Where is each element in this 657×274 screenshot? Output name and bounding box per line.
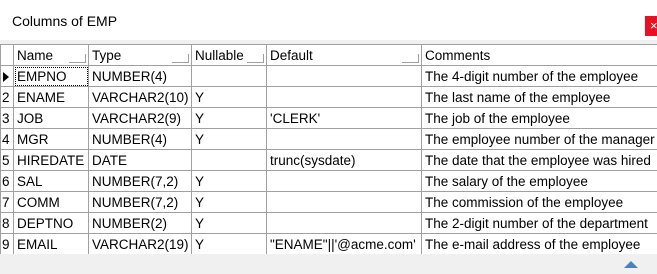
title-bar: Columns of EMP × xyxy=(0,0,657,40)
column-header-type[interactable]: Type xyxy=(88,44,192,66)
row-index[interactable] xyxy=(0,65,14,87)
cell-comments[interactable]: The salary of the employee xyxy=(421,170,657,192)
cell-type[interactable]: DATE xyxy=(88,149,192,171)
cell-nullable[interactable]: Y xyxy=(191,128,267,150)
cell-nullable[interactable]: Y xyxy=(191,212,267,234)
row-index[interactable]: 9 xyxy=(0,233,14,254)
column-header-nullable[interactable]: Nullable xyxy=(191,44,267,66)
window-title: Columns of EMP xyxy=(12,13,118,29)
status-bar xyxy=(0,254,657,274)
row-index[interactable]: 7 xyxy=(0,191,14,213)
cell-name[interactable]: EMAIL xyxy=(13,233,89,254)
table-row[interactable]: 9 EMAIL VARCHAR2(19) Y "ENAME"||'@acme.com' T… xyxy=(0,233,657,254)
cell-type[interactable]: VARCHAR2(10) xyxy=(88,86,192,108)
cell-nullable[interactable] xyxy=(191,65,267,87)
cell-name[interactable]: EMPNO xyxy=(13,65,89,87)
cell-type[interactable]: VARCHAR2(9) xyxy=(88,107,192,129)
column-header-name[interactable]: Name xyxy=(13,44,89,66)
table-row[interactable]: 7 COMM NUMBER(7,2) Y The commission of the e… xyxy=(0,191,657,213)
cell-type[interactable]: NUMBER(4) xyxy=(88,128,192,150)
cell-default[interactable] xyxy=(266,212,422,234)
cell-name[interactable]: HIREDATE xyxy=(13,149,89,171)
cell-name[interactable]: MGR xyxy=(13,128,89,150)
cell-name[interactable]: COMM xyxy=(13,191,89,213)
cell-type[interactable]: NUMBER(4) xyxy=(88,65,192,87)
cell-type[interactable]: VARCHAR2(19) xyxy=(88,233,192,254)
cell-type[interactable]: NUMBER(7,2) xyxy=(88,191,192,213)
cell-comments[interactable]: The job of the employee xyxy=(421,107,657,129)
cell-default[interactable] xyxy=(266,170,422,192)
scroll-up-icon[interactable] xyxy=(624,261,638,268)
cell-comments[interactable]: The last name of the employee xyxy=(421,86,657,108)
cell-nullable[interactable]: Y xyxy=(191,86,267,108)
cell-comments[interactable]: The e-mail address of the employee xyxy=(421,233,657,254)
cell-default[interactable] xyxy=(266,191,422,213)
header-row: Name Type Nullable Default Comments xyxy=(0,44,657,66)
cell-name[interactable]: ENAME xyxy=(13,86,89,108)
cell-type[interactable]: NUMBER(2) xyxy=(88,212,192,234)
cell-default[interactable] xyxy=(266,86,422,108)
close-icon: × xyxy=(650,18,657,33)
columns-grid[interactable]: Name Type Nullable Default Comments EMPN… xyxy=(0,44,657,254)
cell-nullable[interactable]: Y xyxy=(191,107,267,129)
cell-default[interactable] xyxy=(266,128,422,150)
table-row[interactable]: 2 ENAME VARCHAR2(10) Y The last name of the … xyxy=(0,86,657,108)
table-row[interactable]: 4 MGR NUMBER(4) Y The employee number of the… xyxy=(0,128,657,150)
table-row[interactable]: 3 JOB VARCHAR2(9) Y 'CLERK' The job of the em… xyxy=(0,107,657,129)
table-row[interactable]: 5 HIREDATE DATE trunc(sysdate) The date that… xyxy=(0,149,657,171)
row-index[interactable]: 2 xyxy=(0,86,14,108)
row-pointer-icon xyxy=(3,71,9,82)
column-header-comments[interactable]: Comments xyxy=(421,44,657,66)
cell-nullable[interactable] xyxy=(191,149,267,171)
row-index[interactable]: 4 xyxy=(0,128,14,150)
cell-nullable[interactable]: Y xyxy=(191,233,267,254)
cell-name[interactable]: JOB xyxy=(13,107,89,129)
cell-comments[interactable]: The commission of the employee xyxy=(421,191,657,213)
cell-name[interactable]: SAL xyxy=(13,170,89,192)
cell-name[interactable]: DEPTNO xyxy=(13,212,89,234)
cell-type[interactable]: NUMBER(7,2) xyxy=(88,170,192,192)
row-index[interactable]: 8 xyxy=(0,212,14,234)
cell-nullable[interactable]: Y xyxy=(191,170,267,192)
row-index[interactable]: 3 xyxy=(0,107,14,129)
row-index[interactable]: 6 xyxy=(0,170,14,192)
column-header-default[interactable]: Default xyxy=(266,44,422,66)
cell-default[interactable]: "ENAME"||'@acme.com' xyxy=(266,233,422,254)
columns-window: Columns of EMP × Name Type Nullable Defa… xyxy=(0,0,657,274)
cell-nullable[interactable]: Y xyxy=(191,191,267,213)
row-index[interactable]: 5 xyxy=(0,149,14,171)
cell-default[interactable] xyxy=(266,65,422,87)
row-header-corner xyxy=(0,44,14,66)
table-row[interactable]: EMPNO NUMBER(4) The 4-digit number of the … xyxy=(0,65,657,87)
table-row[interactable]: 6 SAL NUMBER(7,2) Y The salary of the employ… xyxy=(0,170,657,192)
cell-default[interactable]: 'CLERK' xyxy=(266,107,422,129)
cell-comments[interactable]: The date that the employee was hired xyxy=(421,149,657,171)
cell-comments[interactable]: The 4-digit number of the employee xyxy=(421,65,657,87)
cell-comments[interactable]: The 2-digit number of the department xyxy=(421,212,657,234)
cell-default[interactable]: trunc(sysdate) xyxy=(266,149,422,171)
cell-comments[interactable]: The employee number of the manager xyxy=(421,128,657,150)
table-row[interactable]: 8 DEPTNO NUMBER(2) Y The 2-digit number of t… xyxy=(0,212,657,234)
close-button[interactable]: × xyxy=(645,16,657,36)
columns-table: Name Type Nullable Default Comments EMPN… xyxy=(0,44,657,254)
